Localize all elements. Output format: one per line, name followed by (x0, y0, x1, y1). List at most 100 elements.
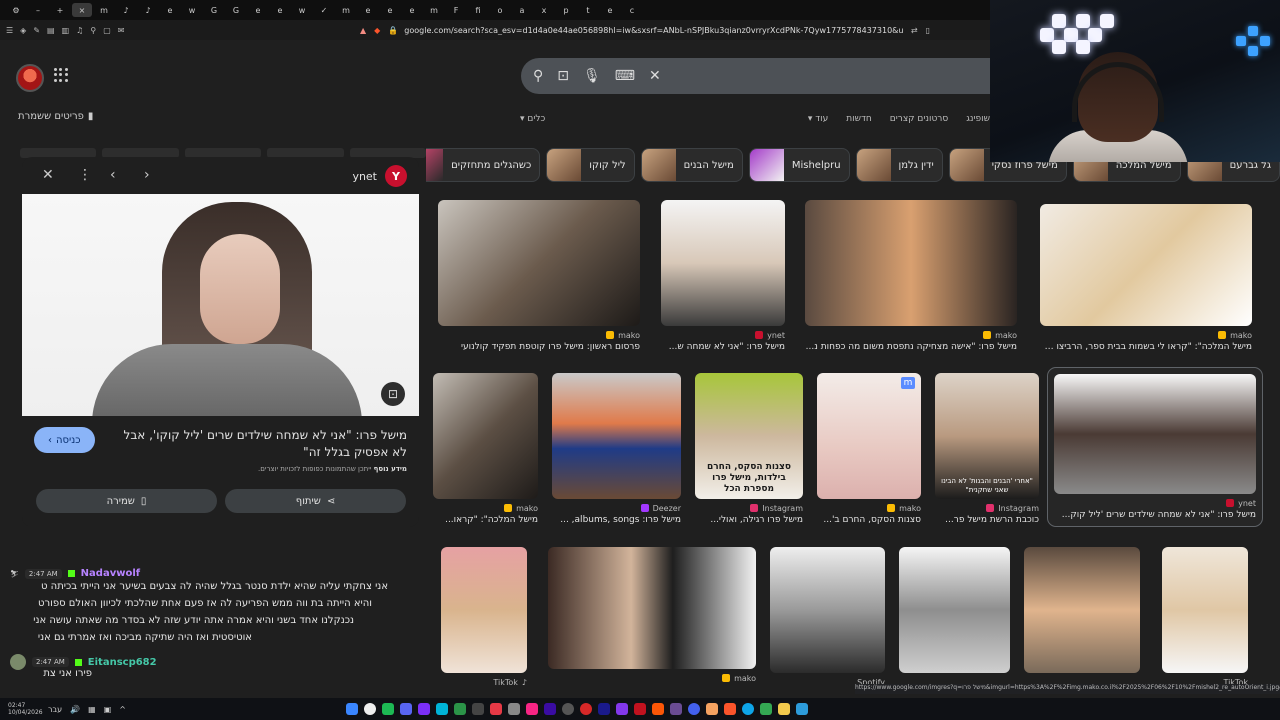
brave-shield-icon[interactable]: ◆ (374, 26, 380, 35)
result-source[interactable]: mako (433, 503, 538, 513)
result-card[interactable]: mako מישל המלכה": "קראו לי בשמות בבית ספ… (1040, 204, 1252, 352)
search-icon[interactable]: ⚲ (533, 68, 543, 84)
volume-icon[interactable]: 🔊 (70, 705, 80, 714)
bookmark-icon[interactable]: ▯ (926, 26, 930, 35)
share-icon[interactable]: ⇄ (911, 26, 918, 35)
result-caption[interactable]: מישל פרו: "אישה מצחיקה נתפסת משום מה כפח… (805, 342, 1017, 352)
result-card[interactable]: Deezer מישל פרו: albums, songs, ... (552, 373, 681, 525)
music-icon[interactable]: ♫ (76, 26, 83, 35)
filter-news[interactable]: חדשות (846, 114, 872, 124)
result-source[interactable]: Instagram (935, 503, 1039, 513)
result-card[interactable]: m mako סצנות הסקס, החרם ב'... (817, 373, 921, 525)
save-button[interactable]: שמירה ▯ (36, 489, 217, 513)
browser-tab[interactable]: m (424, 3, 444, 17)
filter-short-videos[interactable]: סרטונים קצרים (890, 114, 948, 124)
result-image[interactable] (438, 200, 640, 326)
browser-tab[interactable]: e (358, 3, 378, 17)
result-caption[interactable]: מישל המלכה": "קראו לי בשמות בבית ספר, הר… (1040, 342, 1252, 352)
app-icon[interactable] (381, 703, 394, 715)
result-caption[interactable]: מישל פרו: "אני לא שמחה שילדים שרים 'ליל … (1054, 510, 1256, 520)
app-icon[interactable] (669, 703, 682, 715)
more-options-icon[interactable]: ⋮ (78, 167, 92, 183)
app-icon[interactable] (435, 703, 448, 715)
app-icon[interactable] (543, 703, 556, 715)
search-box[interactable]: ⚲ ⊡ 🎙 ⌨ ✕ (521, 58, 991, 94)
result-source[interactable]: Instagram (695, 503, 803, 513)
result-card[interactable]: TikTok (1162, 547, 1248, 687)
clear-icon[interactable]: ✕ (649, 68, 661, 84)
lens-icon[interactable]: ⊡ (557, 68, 569, 84)
app-icon[interactable] (453, 703, 466, 715)
input-language[interactable]: עבר (48, 705, 62, 714)
browser-tab[interactable]: G (226, 3, 246, 17)
browser-tab[interactable]: ♪ (138, 3, 158, 17)
app-icon[interactable] (597, 703, 610, 715)
network-icon[interactable]: ▦ (88, 705, 96, 714)
app-icon[interactable] (741, 703, 754, 715)
browser-tab[interactable]: e (248, 3, 268, 17)
result-card-selected[interactable]: ynet מישל פרו: "אני לא שמחה שילדים שרים … (1047, 367, 1263, 527)
chat-icon[interactable]: ✉ (118, 26, 125, 35)
taskbar-clock[interactable]: 02:47 10/04/2026 (0, 702, 48, 716)
app-icon[interactable] (489, 703, 502, 715)
app-icon[interactable] (561, 703, 574, 715)
result-source[interactable]: mako (438, 330, 640, 340)
browser-tab[interactable]: w (182, 3, 202, 17)
chip-waves-stronger[interactable]: כשהגלים מתחזקים (426, 148, 541, 182)
result-card[interactable] (899, 547, 1010, 673)
print-icon[interactable]: ▤ (47, 26, 55, 35)
result-image[interactable] (899, 547, 1010, 673)
tools-dropdown[interactable]: ▾ כלים (520, 114, 545, 124)
chip-michelle-boys[interactable]: מישל הבנים (640, 148, 743, 182)
result-source[interactable]: mako (817, 503, 921, 513)
result-card[interactable]: TikTok ♪ (441, 547, 527, 687)
layout-icon[interactable]: ▥ (62, 26, 70, 35)
browser-tab[interactable]: o (490, 3, 510, 17)
browser-tab[interactable]: F (446, 3, 466, 17)
result-card[interactable]: ynet מישל פרו: "אני לא שמחה ש... (661, 200, 785, 352)
url-text[interactable]: google.com/search?sca_esv=d1d4a0e44ae056… (404, 26, 903, 35)
keyboard-icon[interactable]: ⌨ (615, 68, 635, 84)
visit-button[interactable]: ‹ כניסה (34, 427, 95, 453)
pin-icon[interactable]: ⚲ (90, 26, 96, 35)
browser-tab[interactable]: ⚙ (6, 3, 26, 17)
app-icon[interactable] (615, 703, 628, 715)
result-caption[interactable]: מישל פרו רגילה, ואולי... (695, 515, 803, 525)
chevron-right-icon[interactable]: › (144, 167, 150, 183)
browser-tab[interactable]: e (402, 3, 422, 17)
browser-tab[interactable]: m (94, 3, 114, 17)
learn-more-link[interactable]: מידע נוסף (374, 465, 407, 473)
app-icon[interactable] (525, 703, 538, 715)
app-icon[interactable] (651, 703, 664, 715)
app-icon[interactable] (471, 703, 484, 715)
result-caption[interactable]: סצנות הסקס, החרם ב'... (817, 515, 921, 525)
result-image[interactable] (1024, 547, 1140, 673)
chevron-left-icon[interactable]: ‹ (110, 167, 116, 183)
result-source[interactable]: mako (805, 330, 1017, 340)
panel-source[interactable]: ynet Y (352, 165, 407, 187)
shield-icon[interactable]: ◈ (20, 26, 26, 35)
filter-shopping[interactable]: שופינג (966, 114, 990, 124)
browser-tab[interactable]: t (578, 3, 598, 17)
result-card[interactable] (1024, 547, 1140, 673)
result-source[interactable]: mako (1040, 330, 1252, 340)
browser-tab[interactable]: – (28, 3, 48, 17)
chip-yadin-gelman[interactable]: ידין גלמן (855, 148, 943, 182)
result-source[interactable]: ynet (661, 330, 785, 340)
account-avatar[interactable] (16, 64, 44, 92)
result-image[interactable] (441, 547, 527, 673)
close-icon[interactable]: ✕ (42, 167, 54, 183)
result-source[interactable]: mako (548, 673, 756, 683)
result-image[interactable] (770, 547, 885, 673)
browser-tab[interactable]: × (72, 3, 92, 17)
app-icon[interactable] (417, 703, 430, 715)
result-image[interactable] (1054, 374, 1256, 494)
saved-items-link[interactable]: פריטים ששמרת ▮ (18, 111, 93, 122)
app-icon[interactable] (345, 703, 358, 715)
preview-image[interactable]: ⊡ (22, 194, 419, 416)
result-image[interactable] (1162, 547, 1248, 673)
share-button[interactable]: שיתוף ⋖ (225, 489, 406, 513)
result-card[interactable]: mako (548, 547, 756, 683)
browser-tab[interactable]: e (270, 3, 290, 17)
result-card[interactable]: "אחרי 'הבנים והבנות' לא הבינו שאני שחקני… (935, 373, 1039, 525)
